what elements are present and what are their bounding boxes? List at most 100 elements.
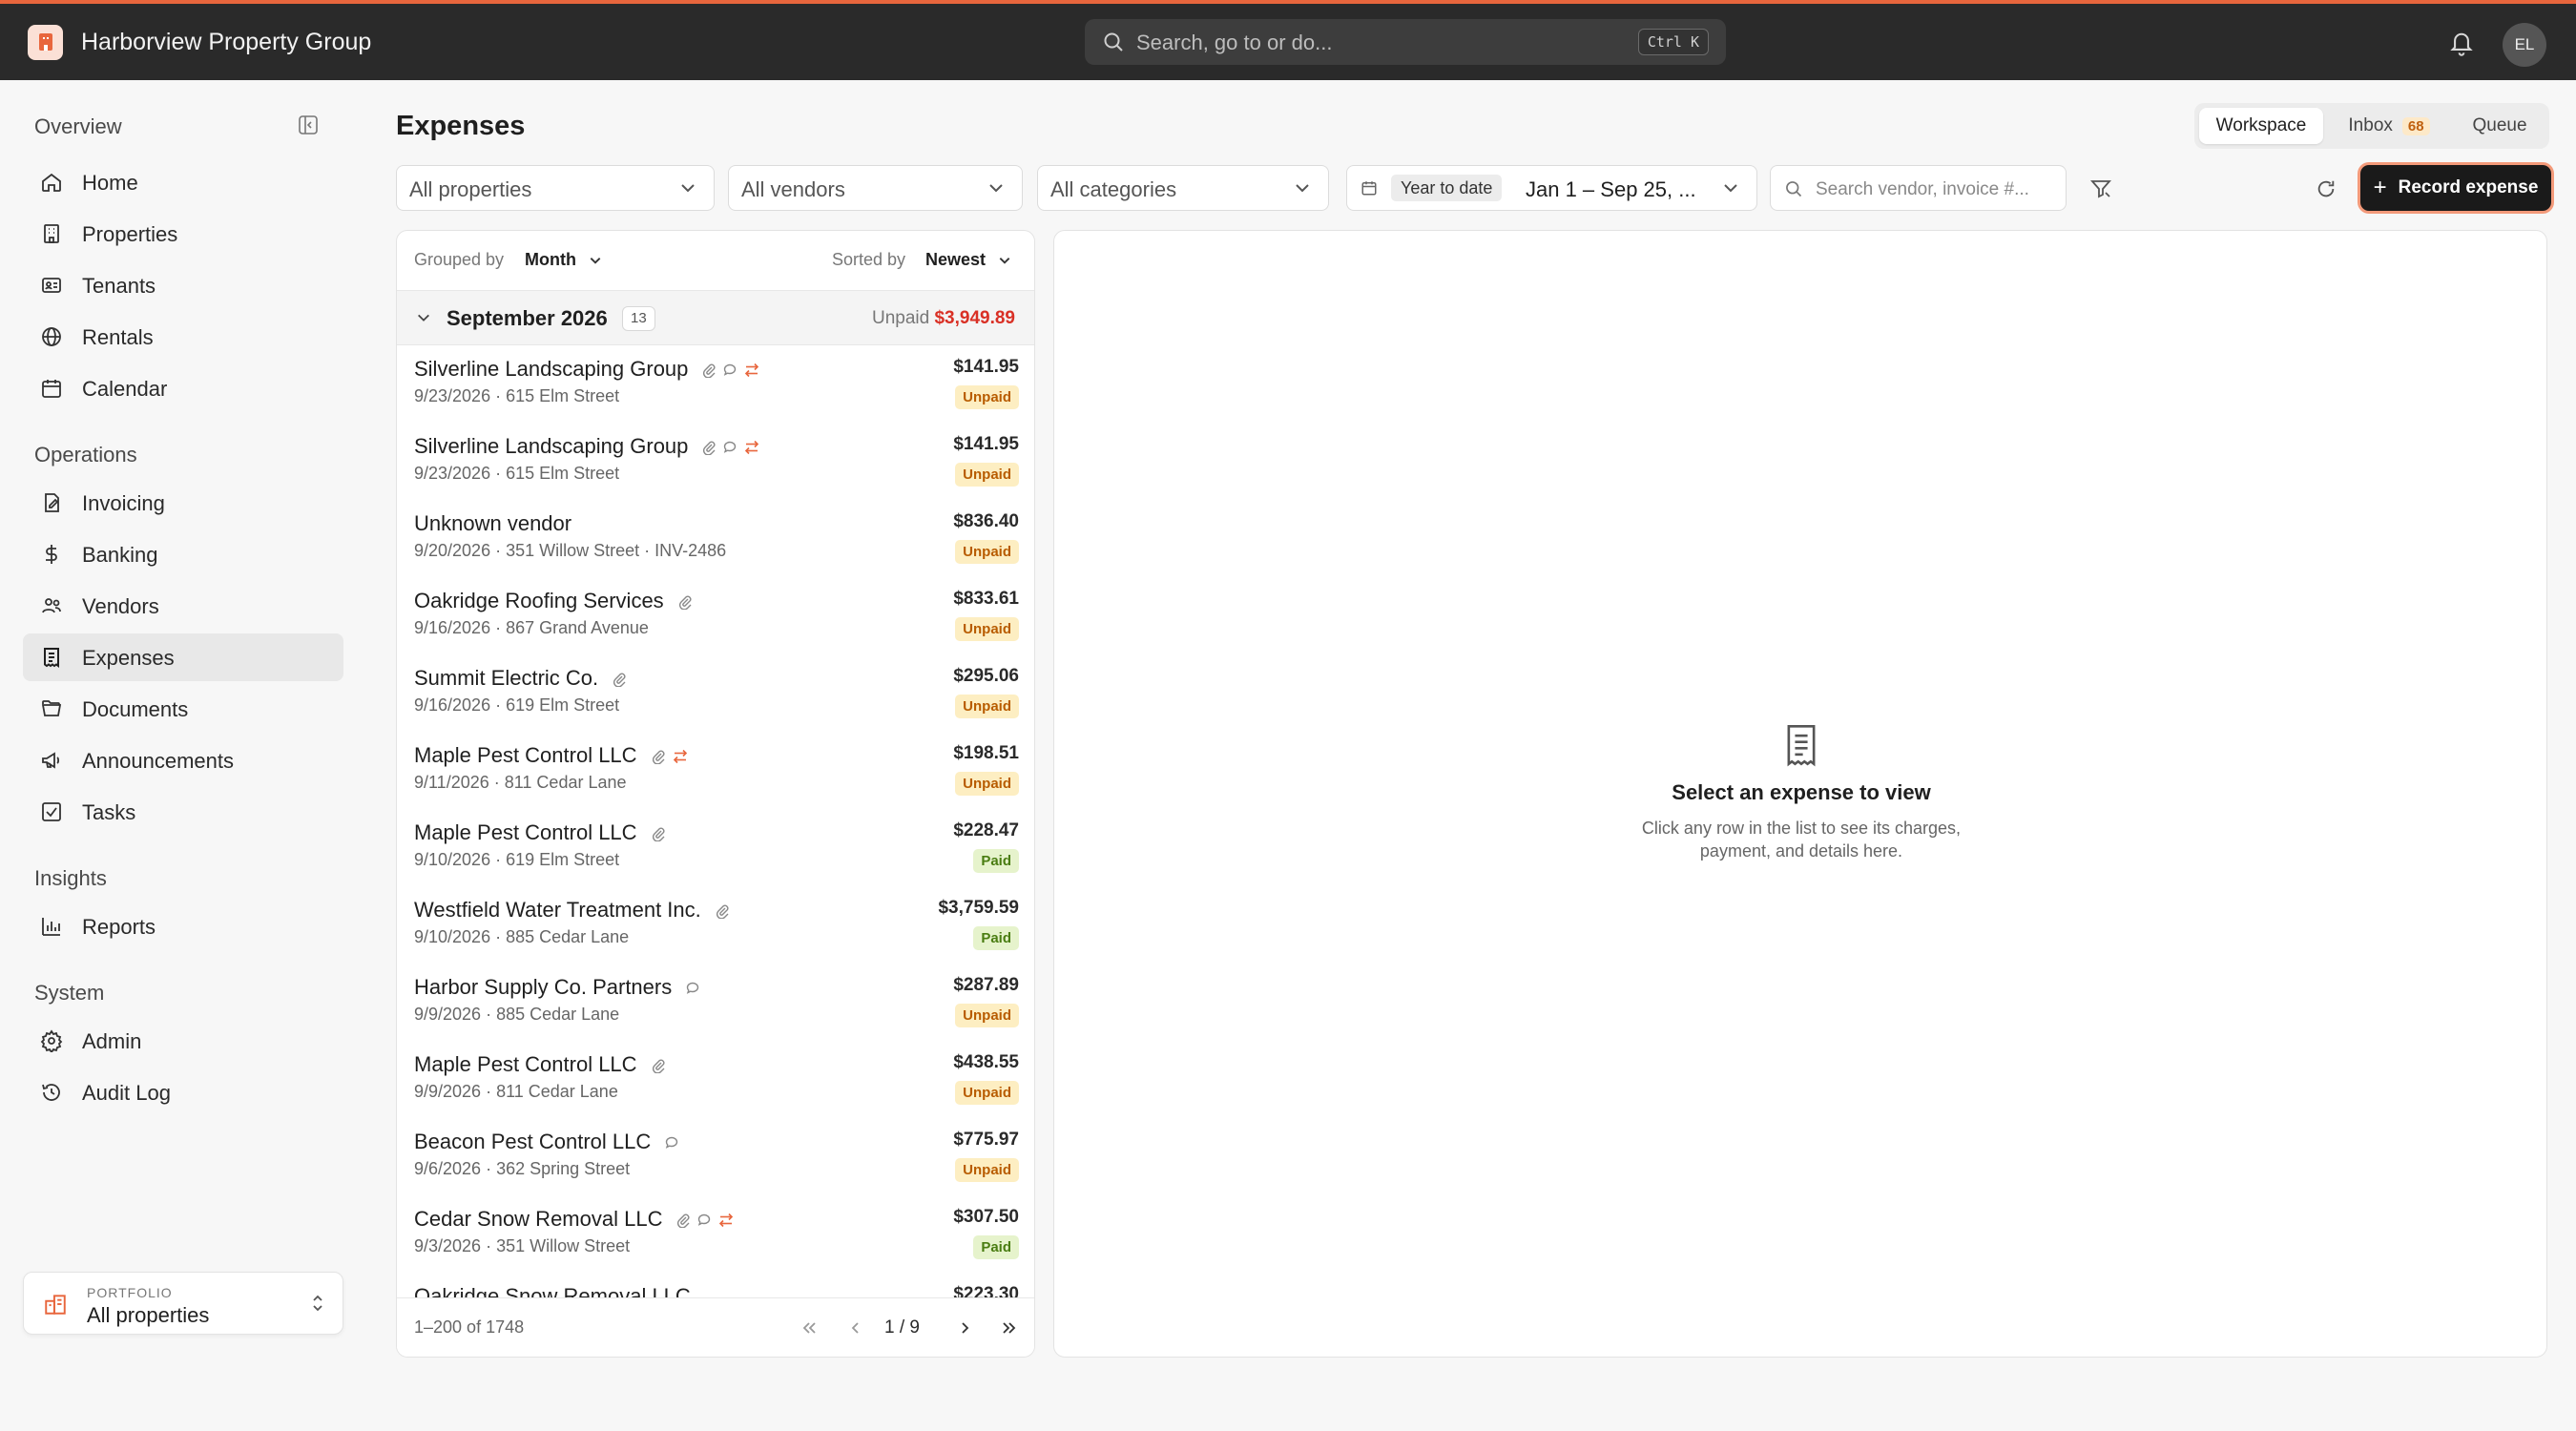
row-meta-icons xyxy=(672,594,693,611)
sidebar-item-vendors[interactable]: Vendors xyxy=(23,582,343,630)
table-row[interactable]: Maple Pest Control LLC 9/11/2026 · 811 Ce… xyxy=(397,732,1034,809)
table-row[interactable]: Silverline Landscaping Group 9/23/2026 · … xyxy=(397,345,1034,423)
sidebar-item-label: Reports xyxy=(82,915,156,939)
table-row[interactable]: Cedar Snow Removal LLC 9/3/2026 · 351 Wil… xyxy=(397,1195,1034,1273)
sidebar-item-label: Documents xyxy=(82,697,189,721)
sidebar-item-rentals[interactable]: Rentals xyxy=(23,313,343,361)
sidebar-item-label: Tasks xyxy=(82,800,136,824)
record-expense-button[interactable]: + Record expense xyxy=(2360,165,2551,211)
table-row[interactable]: Maple Pest Control LLC 9/9/2026 · 811 Ced… xyxy=(397,1041,1034,1118)
filter-value: All categories xyxy=(1050,177,1177,201)
portfolio-switcher[interactable]: PORTFOLIO All properties xyxy=(23,1272,343,1335)
search-placeholder: Search vendor, invoice #... xyxy=(1816,179,2029,199)
status-badge: Unpaid xyxy=(955,617,1019,641)
sidebar-item-label: Invoicing xyxy=(82,491,165,515)
sidebar-item-reports[interactable]: Reports xyxy=(23,902,343,950)
table-row[interactable]: Oakridge Snow Removal LLC $223.30 xyxy=(397,1273,1034,1299)
global-search-input[interactable]: Search, go to or do... Ctrl K xyxy=(1085,19,1726,65)
page-title: Expenses xyxy=(396,111,526,141)
table-row[interactable]: Harbor Supply Co. Partners 9/9/2026 · 885… xyxy=(397,964,1034,1041)
tab-queue[interactable]: Queue xyxy=(2455,108,2545,144)
status-badge: Unpaid xyxy=(955,1081,1019,1105)
list-pagination: 1–200 of 1748 1 / 9 xyxy=(397,1297,1034,1357)
vendor-name: Beacon Pest Control LLC xyxy=(414,1130,652,1153)
empty-state: Select an expense to view Click any row … xyxy=(1054,723,2548,862)
date-range-filter[interactable]: Year to date Jan 1 – Sep 25, ... xyxy=(1346,165,1757,211)
sorted-by-value: Newest xyxy=(925,250,987,269)
month-group-header[interactable]: September 2026 13 Unpaid $3,949.89 xyxy=(397,290,1034,345)
row-amount: $438.55 xyxy=(953,1052,1019,1072)
row-details: 9/16/2026 · 867 Grand Avenue xyxy=(414,618,649,637)
status-badge: Unpaid xyxy=(955,463,1019,487)
tab-workspace[interactable]: Workspace xyxy=(2199,108,2323,144)
sidebar-item-label: Banking xyxy=(82,543,158,567)
sidebar-item-properties[interactable]: Properties xyxy=(23,210,343,258)
sidebar-item-tasks[interactable]: Tasks xyxy=(23,788,343,836)
table-row[interactable]: Maple Pest Control LLC 9/10/2026 · 619 El… xyxy=(397,809,1034,886)
plus-icon: + xyxy=(2373,175,2387,200)
sidebar-item-banking[interactable]: Banking xyxy=(23,530,343,578)
grouped-by-label: Grouped by xyxy=(414,250,505,269)
tab-label: Inbox xyxy=(2348,115,2393,135)
last-page-icon[interactable] xyxy=(998,1317,1021,1339)
row-meta-icons xyxy=(709,903,730,920)
table-row[interactable]: Silverline Landscaping Group 9/23/2026 · … xyxy=(397,423,1034,500)
vendor-name: Silverline Landscaping Group xyxy=(414,357,689,381)
properties-filter-select[interactable]: All properties xyxy=(396,165,715,211)
group-count-badge: 13 xyxy=(622,306,655,331)
receipt-icon xyxy=(1787,724,1816,767)
sidebar-item-label: Tenants xyxy=(82,274,156,298)
row-vendor: Oakridge Roofing Services xyxy=(414,589,693,613)
table-row[interactable]: Summit Electric Co. 9/16/2026 · 619 Elm S… xyxy=(397,654,1034,732)
sorted-by-label: Sorted by xyxy=(832,250,906,269)
vendor-name: Unknown vendor xyxy=(414,511,572,535)
sidebar-collapse-icon[interactable] xyxy=(298,114,319,135)
grouped-by-select[interactable]: Month xyxy=(525,250,602,270)
next-page-icon[interactable] xyxy=(954,1317,977,1339)
sidebar-item-admin[interactable]: Admin xyxy=(23,1017,343,1065)
expense-detail-panel: Select an expense to view Click any row … xyxy=(1053,230,2547,1358)
sidebar-item-label: Announcements xyxy=(82,749,234,773)
brand[interactable]: Harborview Property Group xyxy=(28,23,371,61)
row-meta-icons xyxy=(658,1135,679,1151)
row-vendor: Maple Pest Control LLC xyxy=(414,743,689,768)
first-page-icon[interactable] xyxy=(798,1317,821,1339)
group-title: September 2026 xyxy=(447,306,608,330)
sidebar-item-audit-log[interactable]: Audit Log xyxy=(23,1068,343,1116)
categories-filter-select[interactable]: All categories xyxy=(1037,165,1329,211)
sidebar-item-label: Admin xyxy=(82,1029,142,1053)
status-badge: Unpaid xyxy=(955,1004,1019,1027)
sorted-by-select[interactable]: Newest xyxy=(925,250,1011,270)
table-row[interactable]: Unknown vendor 9/20/2026 · 351 Willow Str… xyxy=(397,500,1034,577)
expense-search-input[interactable]: Search vendor, invoice #... xyxy=(1770,165,2067,211)
sidebar-item-label: Audit Log xyxy=(82,1081,171,1105)
sidebar-item-calendar[interactable]: Calendar xyxy=(23,364,343,412)
sidebar-item-label: Home xyxy=(82,171,138,195)
sidebar-item-home[interactable]: Home xyxy=(23,158,343,206)
filter-icon[interactable] xyxy=(2089,177,2112,205)
sidebar-item-announcements[interactable]: Announcements xyxy=(23,736,343,784)
building-icon xyxy=(43,1292,68,1321)
refresh-icon[interactable] xyxy=(2316,178,2337,204)
result-range: 1–200 of 1748 xyxy=(414,1317,525,1337)
paperclip-icon xyxy=(645,749,666,765)
globe-icon xyxy=(42,327,61,346)
sidebar-item-documents[interactable]: Documents xyxy=(23,685,343,733)
chevron-down-icon xyxy=(681,184,695,193)
row-vendor: Silverline Landscaping Group xyxy=(414,434,760,459)
sidebar-item-expenses[interactable]: Expenses xyxy=(23,633,343,681)
user-avatar[interactable]: EL xyxy=(2503,23,2546,67)
row-meta-icons xyxy=(606,672,627,688)
vendors-filter-select[interactable]: All vendors xyxy=(728,165,1023,211)
table-row[interactable]: Westfield Water Treatment Inc. 9/10/2026 … xyxy=(397,886,1034,964)
sidebar-item-tenants[interactable]: Tenants xyxy=(23,261,343,309)
table-row[interactable]: Beacon Pest Control LLC 9/6/2026 · 362 Sp… xyxy=(397,1118,1034,1195)
row-amount: $228.47 xyxy=(953,820,1019,840)
previous-page-icon[interactable] xyxy=(843,1317,866,1339)
bell-icon[interactable] xyxy=(2448,29,2475,62)
receipt-icon xyxy=(44,648,59,668)
sidebar-item-invoicing[interactable]: Invoicing xyxy=(23,479,343,527)
tab-inbox[interactable]: Inbox 68 xyxy=(2328,108,2450,144)
table-row[interactable]: Oakridge Roofing Services 9/16/2026 · 867… xyxy=(397,577,1034,654)
vendor-name: Westfield Water Treatment Inc. xyxy=(414,898,701,922)
